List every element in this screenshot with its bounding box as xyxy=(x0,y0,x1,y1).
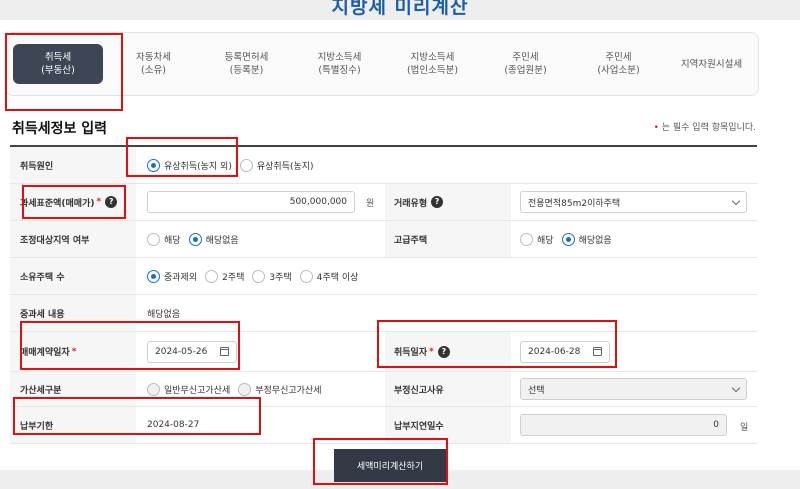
deal-type-select[interactable]: 전용면적85m2이하주택 xyxy=(520,191,747,213)
tab-resident-tax-employee[interactable]: 주민세 (종업원분) xyxy=(479,51,572,77)
help-icon[interactable]: ? xyxy=(431,196,444,208)
due-date-label: 납부기한 xyxy=(10,407,136,443)
radio-penalty-general[interactable]: 일반무신고가산세 xyxy=(147,382,230,396)
calendar-icon[interactable] xyxy=(593,347,602,356)
radio-circle xyxy=(238,382,252,396)
heavy-tax-label: 중과세 내용 xyxy=(10,295,136,331)
section-title: 취득세정보 입력 xyxy=(12,121,108,137)
house-count-options: 중과제외 2주택 3주택 4주택 이상 xyxy=(147,258,366,294)
required-note: • 는 필수 입력 항목입니다. xyxy=(654,120,756,133)
radio-house-2[interactable]: 2주택 xyxy=(205,269,244,283)
required-dot: • xyxy=(653,123,659,133)
late-days-field: 0 xyxy=(520,407,727,443)
radio-circle xyxy=(147,232,160,246)
house-count-label: 소유주택 수 xyxy=(10,258,136,294)
tax-tabs: 취득세 (부동산) 자동차세 (소유) 등록면허세 (등록분) 지방소득세 (특… xyxy=(5,32,759,96)
radio-circle xyxy=(188,232,202,246)
calculate-tax-button[interactable]: 세액미리계산하기 xyxy=(334,449,446,482)
tax-base-input[interactable]: 500,000,000 xyxy=(147,191,355,213)
required-mark: * xyxy=(96,197,102,207)
radio-circle xyxy=(147,382,160,396)
acquisition-form: 취득원인 유상취득(농지 외) 유상취득(농지) 과세표준액(매매가) *? 50… xyxy=(10,145,757,444)
deal-type-label: 거래유형? xyxy=(385,184,511,220)
row-cause: 취득원인 유상취득(농지 외) 유상취득(농지) xyxy=(10,147,757,184)
tab-local-income-tax-special[interactable]: 지방소득세 (특별징수) xyxy=(293,51,386,77)
calendar-icon[interactable] xyxy=(220,347,229,356)
radio-cause-farm[interactable]: 유상취득(농지) xyxy=(239,158,314,172)
radio-house-exempt[interactable]: 중과제외 xyxy=(147,269,197,283)
radio-luxury-no[interactable]: 해당없음 xyxy=(561,232,612,246)
tax-base-label: 과세표준액(매매가) *? xyxy=(10,184,136,220)
radio-penalty-improper[interactable]: 부정무신고가산세 xyxy=(238,382,322,396)
luxury-options: 해당 해당없음 xyxy=(520,221,620,257)
help-icon[interactable]: ? xyxy=(437,345,450,358)
cause-options: 유상취득(농지 외) 유상취득(농지) xyxy=(147,147,322,183)
row-heavy-tax: 중과세 내용 해당없음 xyxy=(10,295,757,332)
radio-house-3[interactable]: 3주택 xyxy=(252,269,292,283)
chevron-down-icon xyxy=(731,196,741,205)
radio-circle xyxy=(147,158,160,172)
tab-resident-tax-business[interactable]: 주민세 (사업소분) xyxy=(572,51,665,77)
radio-circle xyxy=(239,158,253,172)
radio-cause-nonfarm[interactable]: 유상취득(농지 외) xyxy=(147,158,232,172)
acquire-date-field: 2024-06-28 xyxy=(520,332,610,371)
contract-date-field: 2024-05-26 xyxy=(147,332,237,371)
due-date-value: 2024-08-27 xyxy=(147,420,200,430)
radio-adjust-yes[interactable]: 해당 xyxy=(147,232,181,246)
radio-circle xyxy=(520,232,533,246)
radio-circle xyxy=(147,269,160,283)
tab-registration-license-tax[interactable]: 등록면허세 (등록분) xyxy=(200,51,293,77)
tab-regional-resource-tax[interactable]: 지역자원시설세 xyxy=(665,58,758,71)
acquire-date-input[interactable]: 2024-06-28 xyxy=(520,340,610,363)
required-note-text: 는 필수 입력 항목입니다. xyxy=(661,123,756,133)
adjust-area-options: 해당 해당없음 xyxy=(147,221,247,257)
row-house-count: 소유주택 수 중과제외 2주택 3주택 4주택 이상 xyxy=(10,258,757,295)
acquire-date-label: 취득일자 *? xyxy=(385,332,511,371)
chevron-down-icon xyxy=(731,383,741,392)
contract-date-input[interactable]: 2024-05-26 xyxy=(147,340,237,363)
heavy-tax-value: 해당없음 xyxy=(147,309,181,320)
radio-circle xyxy=(299,269,313,283)
tab-local-income-tax-corporate[interactable]: 지방소득세 (법인소득분) xyxy=(386,51,479,77)
radio-circle xyxy=(252,269,266,283)
contract-date-label: 매매계약일자 * xyxy=(10,332,136,371)
row-adjust-area: 조정대상지역 여부 해당 해당없음 고급주택 해당 해당없음 xyxy=(10,221,757,258)
required-mark: * xyxy=(429,346,434,357)
radio-house-4plus[interactable]: 4주택 이상 xyxy=(299,269,358,283)
luxury-label: 고급주택 xyxy=(385,221,511,257)
improper-reason-field: 선택 xyxy=(520,372,747,406)
penalty-type-label: 가산세구분 xyxy=(10,372,136,406)
row-due: 납부기한 2024-08-27 납부지연일수 0 일 xyxy=(10,407,757,444)
improper-reason-select[interactable]: 선택 xyxy=(520,378,747,400)
radio-circle xyxy=(205,269,219,283)
penalty-type-options: 일반무신고가산세 부정무신고가산세 xyxy=(147,372,330,406)
radio-luxury-yes[interactable]: 해당 xyxy=(520,232,554,246)
row-tax-base: 과세표준액(매매가) *? 500,000,000 원 거래유형? 전용면적85m… xyxy=(10,184,757,221)
row-penalty: 가산세구분 일반무신고가산세 부정무신고가산세 부정신고사유 선택 xyxy=(10,372,757,407)
required-mark: * xyxy=(71,346,77,357)
tax-base-field: 500,000,000 xyxy=(147,184,355,220)
tab-vehicle-tax[interactable]: 자동차세 (소유) xyxy=(107,51,200,77)
cause-label: 취득원인 xyxy=(10,147,136,183)
tab-acquisition-tax[interactable]: 취득세 (부동산) xyxy=(13,44,103,84)
adjust-area-label: 조정대상지역 여부 xyxy=(10,221,136,257)
help-icon[interactable]: ? xyxy=(105,196,118,208)
radio-circle xyxy=(561,232,575,246)
day-unit: 일 xyxy=(740,423,749,433)
late-days-label: 납부지연일수 xyxy=(385,407,511,443)
radio-adjust-no[interactable]: 해당없음 xyxy=(188,232,239,246)
page-title: 지방세 미리계산 xyxy=(331,0,469,18)
deal-type-field: 전용면적85m2이하주택 xyxy=(520,184,747,220)
improper-reason-label: 부정신고사유 xyxy=(385,372,511,406)
late-days-input[interactable]: 0 xyxy=(520,414,727,436)
won-unit: 원 xyxy=(366,199,375,209)
row-dates: 매매계약일자 * 2024-05-26 취득일자 *? 2024-06-28 xyxy=(10,332,757,372)
